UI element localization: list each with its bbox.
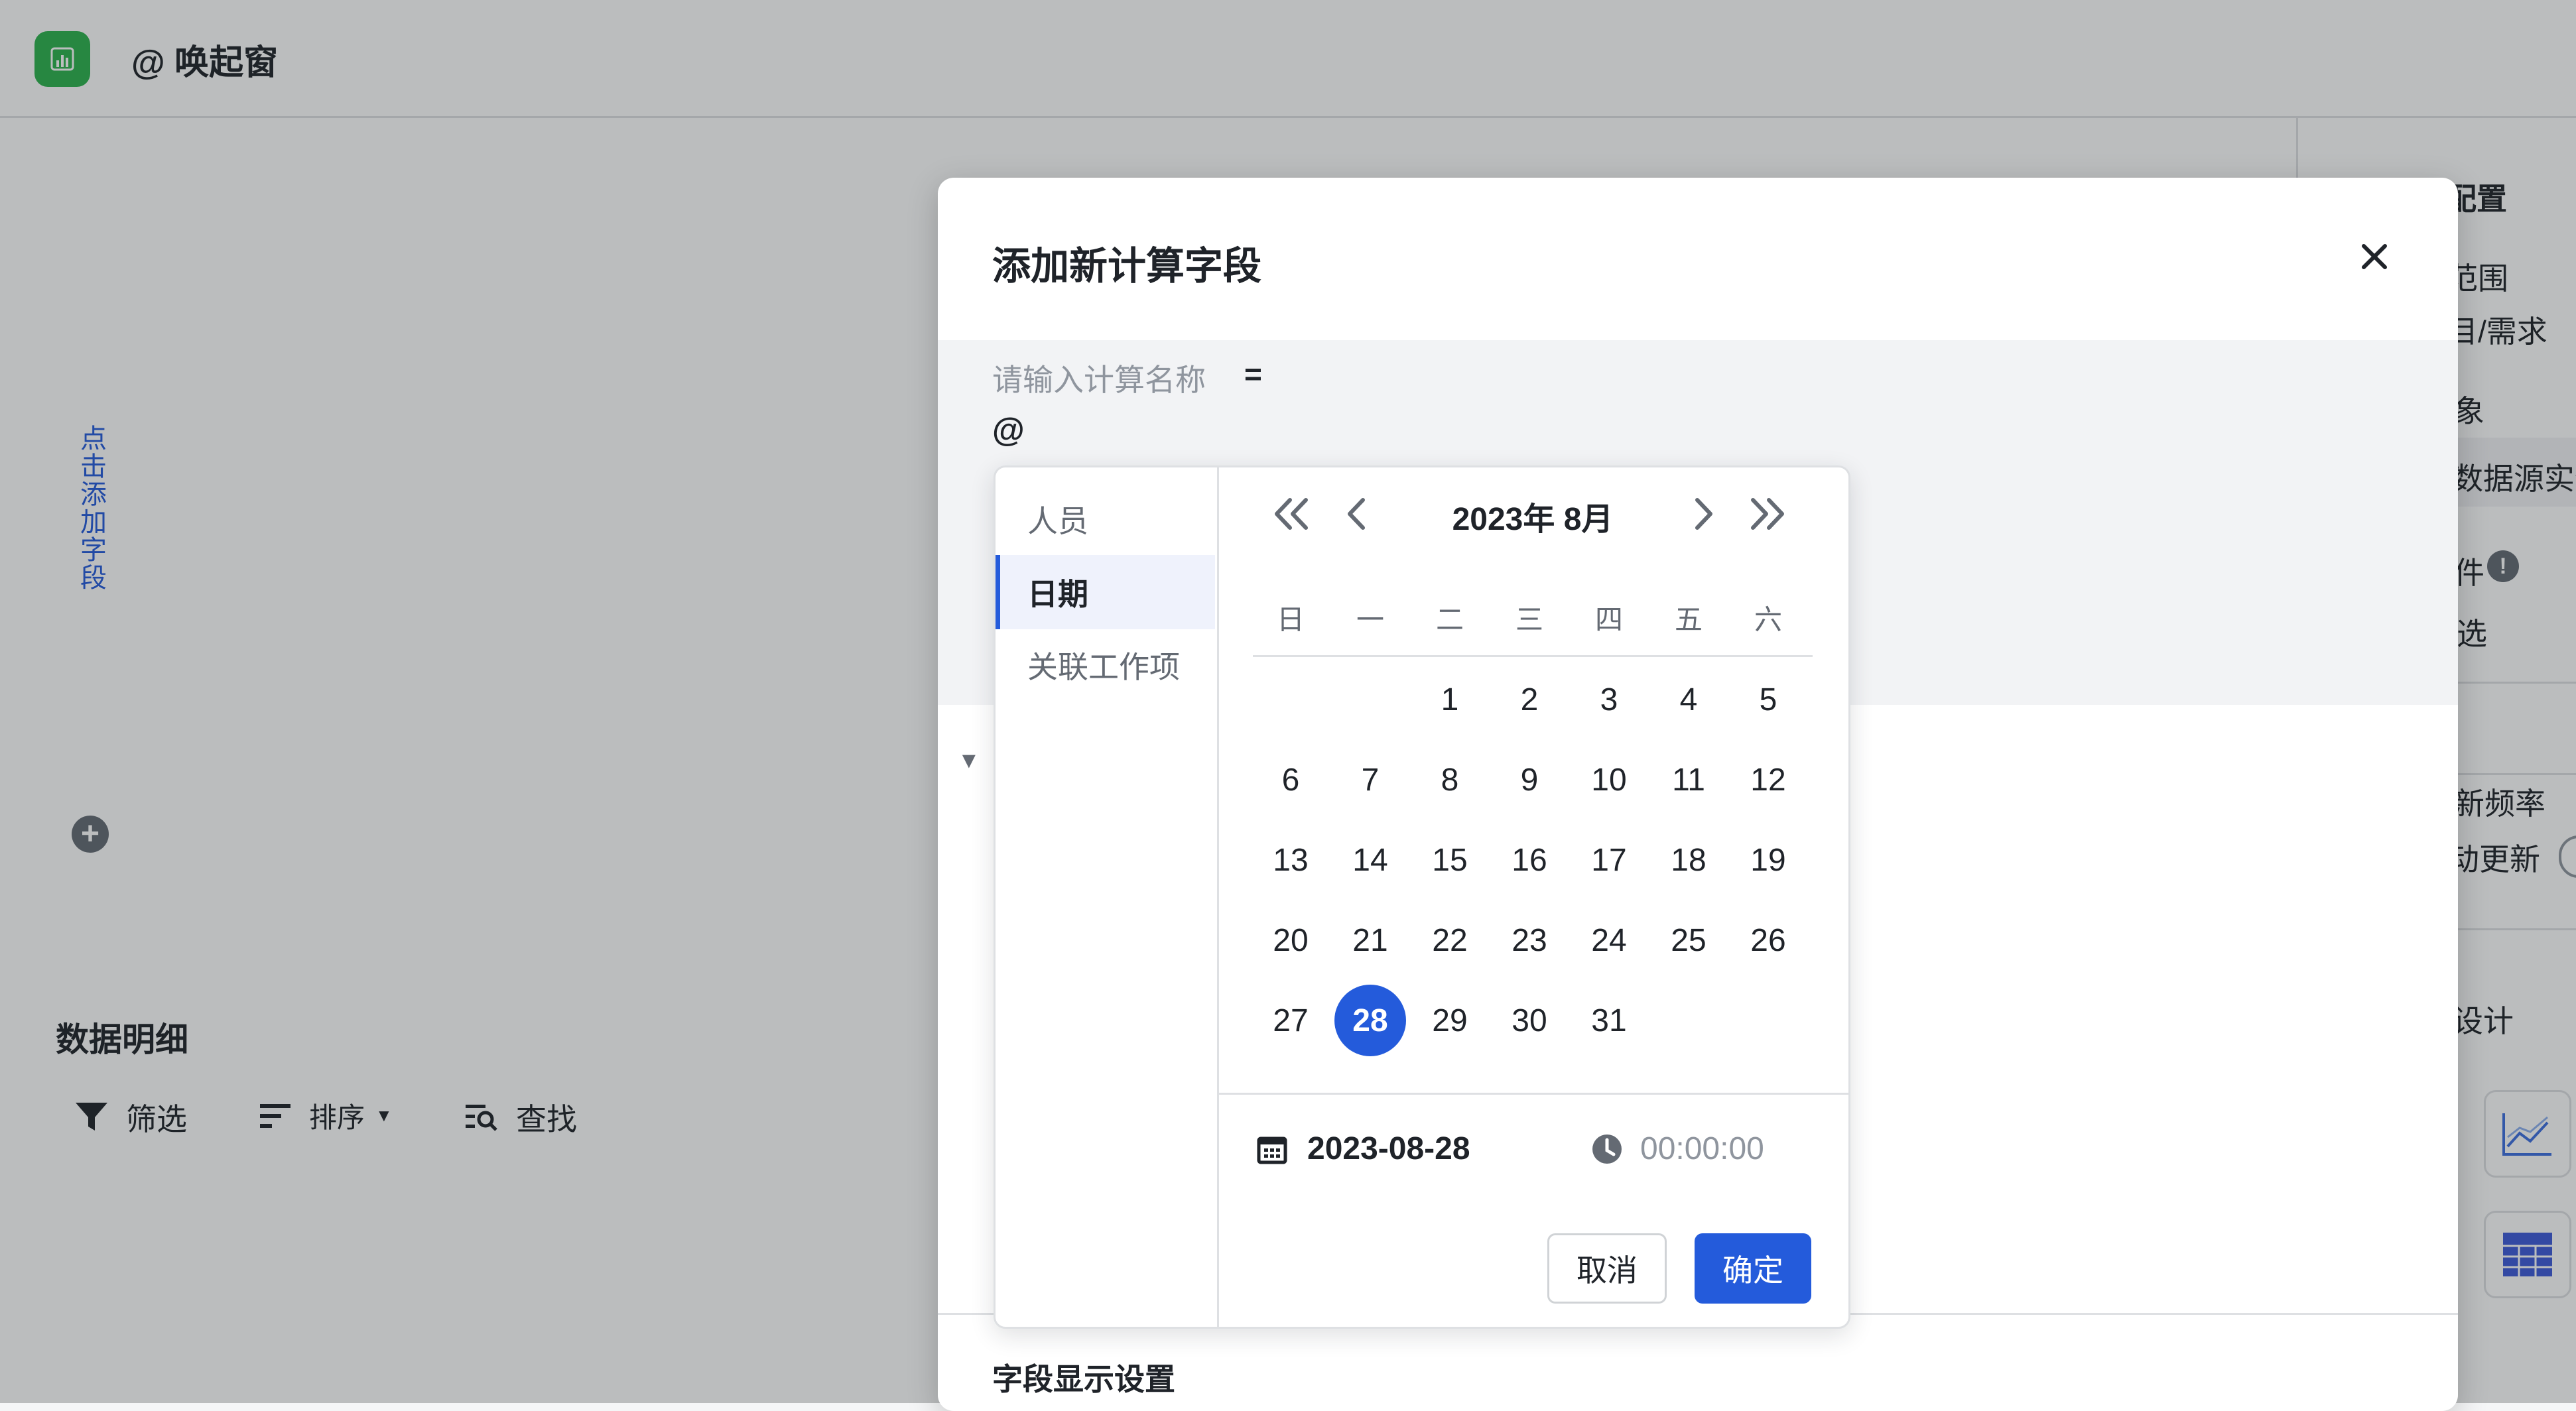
day-cell[interactable]: 26 [1732, 904, 1804, 976]
menu-item-linked-workitem[interactable]: 关联工作项 [996, 628, 1215, 702]
day-cell[interactable]: 18 [1653, 824, 1724, 896]
collapse-caret-icon[interactable]: ▼ [958, 748, 980, 774]
weekday-label: 三 [1515, 604, 1543, 635]
weekday-divider [1253, 655, 1813, 657]
day-cell[interactable]: 25 [1653, 904, 1724, 976]
mention-type-menu: 人员 日期 关联工作项 [996, 467, 1219, 1327]
day-cell[interactable]: 22 [1414, 904, 1486, 976]
menu-item-date[interactable]: 日期 [996, 555, 1215, 629]
day-cell[interactable]: 10 [1573, 744, 1645, 816]
double-chevron-left-icon [1275, 498, 1308, 530]
selected-date-display[interactable]: 2023-08-28 [1257, 1131, 1470, 1167]
day-cell[interactable]: 6 [1255, 744, 1326, 816]
field-display-settings-title: 字段显示设置 [992, 1362, 1175, 1396]
day-cell[interactable]: 23 [1494, 904, 1565, 976]
mention-popup: 人员 日期 关联工作项 2023年 8月 日一二三四五六 1 2 3 4 5 6 7 8 9 10… [994, 465, 1850, 1329]
confirm-button[interactable]: 确定 [1695, 1233, 1811, 1304]
day-cell[interactable]: 27 [1255, 985, 1326, 1056]
day-cell[interactable]: 21 [1334, 904, 1406, 976]
day-cell[interactable]: 12 [1732, 744, 1804, 816]
double-chevron-right-icon [1751, 498, 1784, 530]
close-icon [2362, 244, 2387, 269]
day-cell[interactable]: 13 [1255, 824, 1326, 896]
selected-date-text: 2023-08-28 [1307, 1131, 1470, 1166]
weekday-label: 六 [1754, 604, 1782, 635]
close-button[interactable] [2354, 236, 2395, 277]
day-cell[interactable]: 11 [1653, 744, 1724, 816]
day-cell[interactable]: 3 [1573, 664, 1645, 735]
day-cell[interactable]: 20 [1255, 904, 1326, 976]
weekday-label: 一 [1356, 604, 1384, 635]
menu-item-person[interactable]: 人员 [996, 482, 1215, 556]
weekday-label: 二 [1435, 604, 1464, 635]
date-picker: 2023年 8月 日一二三四五六 1 2 3 4 5 6 7 8 9 10 11 12 13 14 15 16… [1217, 467, 1848, 1327]
day-cell[interactable]: 17 [1573, 824, 1645, 896]
day-cell[interactable]: 30 [1494, 985, 1565, 1056]
weekday-label: 五 [1674, 604, 1703, 635]
day-cell[interactable]: 7 [1334, 744, 1406, 816]
chevron-right-icon [1695, 498, 1712, 530]
calendar-footer-divider [1217, 1093, 1848, 1095]
time-display[interactable]: 00:00:00 [1591, 1131, 1764, 1167]
day-cell[interactable]: 9 [1494, 744, 1565, 816]
clock-icon [1592, 1134, 1622, 1164]
weekday-label: 四 [1594, 604, 1623, 635]
day-cell[interactable]: 1 [1414, 664, 1486, 735]
selected-day-cell[interactable]: 28 [1334, 985, 1406, 1056]
formula-name-input[interactable]: 请输入计算名称 [992, 356, 1206, 400]
day-cell[interactable]: 14 [1334, 824, 1406, 896]
day-cell[interactable]: 2 [1494, 664, 1565, 735]
cancel-button[interactable]: 取消 [1547, 1233, 1667, 1304]
calendar-icon [1257, 1136, 1287, 1164]
day-cell[interactable]: 29 [1414, 985, 1486, 1056]
day-cell[interactable]: 19 [1732, 824, 1804, 896]
time-text: 00:00:00 [1640, 1131, 1764, 1166]
next-month-button[interactable] [1677, 487, 1730, 540]
day-cell[interactable]: 16 [1494, 824, 1565, 896]
next-year-button[interactable] [1741, 487, 1794, 540]
day-cell[interactable]: 5 [1732, 664, 1804, 735]
day-cell[interactable]: 4 [1653, 664, 1724, 735]
formula-equals: = [1244, 357, 1262, 391]
modal-title: 添加新计算字段 [992, 245, 1262, 288]
day-cell[interactable]: 24 [1573, 904, 1645, 976]
day-cell[interactable]: 15 [1414, 824, 1486, 896]
formula-input[interactable]: @ [992, 410, 1025, 449]
day-cell[interactable]: 31 [1573, 985, 1645, 1056]
prev-year-button[interactable] [1265, 487, 1318, 540]
weekday-label: 日 [1276, 604, 1305, 635]
day-cell[interactable]: 8 [1414, 744, 1486, 816]
